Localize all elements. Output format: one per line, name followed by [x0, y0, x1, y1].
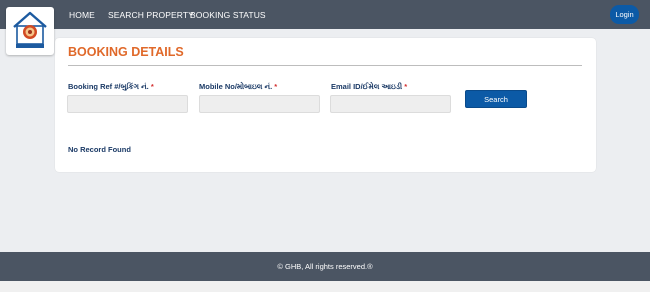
booking-details-card: BOOKING DETAILS Booking Ref #/બુકિંગ નં.… [55, 38, 596, 172]
required-mark: * [404, 82, 408, 91]
required-mark: * [150, 82, 154, 91]
top-navbar [0, 0, 650, 29]
email-label: Email ID/ઈમેલ આઇડી * [331, 82, 407, 92]
nav-search-property[interactable]: SEARCH PROPERTY [108, 0, 194, 29]
footer: © GHB, All rights reserved.® [0, 252, 650, 281]
search-button[interactable]: Search [465, 90, 527, 108]
nav-booking-status[interactable]: BOOKING STATUS [190, 0, 266, 29]
booking-ref-label: Booking Ref #/બુકિંગ નં. * [68, 82, 154, 92]
booking-ref-input[interactable] [67, 95, 188, 113]
booking-ref-label-text: Booking Ref #/બુકિંગ નં. [68, 82, 149, 91]
email-label-text: Email ID/ઈમેલ આઇડી [331, 82, 403, 91]
house-emblem-icon [13, 11, 47, 48]
no-record-message: No Record Found [68, 145, 131, 154]
email-input[interactable] [330, 95, 451, 113]
mobile-label: Mobile No/મોબાઇલ નં. * [199, 82, 277, 92]
required-mark: * [274, 82, 278, 91]
login-button[interactable]: Login [610, 5, 639, 24]
page-title: BOOKING DETAILS [68, 45, 184, 59]
ghb-logo[interactable] [6, 7, 54, 55]
mobile-input[interactable] [199, 95, 320, 113]
title-divider [68, 65, 582, 66]
nav-home[interactable]: HOME [69, 0, 95, 29]
footer-copyright: © GHB, All rights reserved.® [277, 262, 373, 271]
mobile-label-text: Mobile No/મોબાઇલ નં. [199, 82, 273, 91]
bottom-strip [0, 281, 650, 292]
